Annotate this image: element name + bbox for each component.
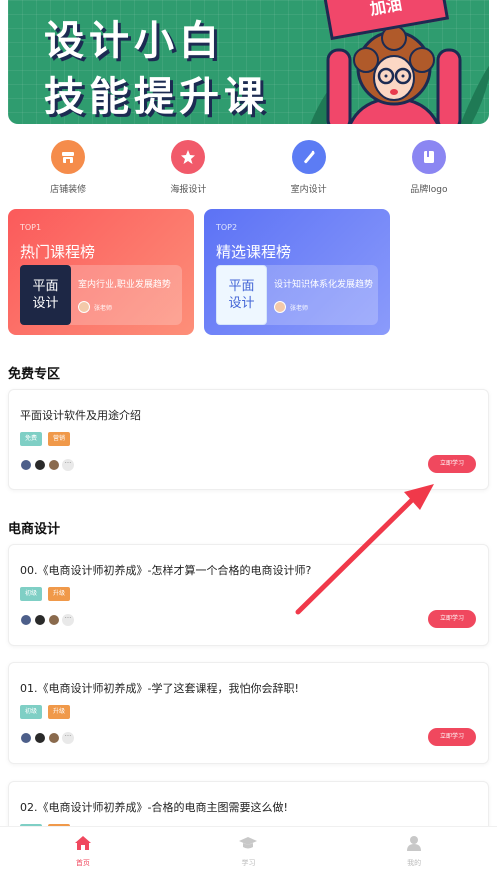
rank-badge: TOP2 [216, 223, 238, 232]
course-name: 室内行业,职业发展趋势 [78, 280, 171, 290]
avatar [20, 614, 32, 626]
category-label: 品牌logo [410, 185, 448, 195]
avatar [34, 614, 46, 626]
tag: 初级 [20, 705, 43, 719]
star-icon [171, 140, 206, 174]
avatar [48, 732, 60, 744]
tag-list: 初级 升级 [20, 587, 71, 601]
course-name: 设计知识体系化发展趋势 [274, 280, 374, 290]
section-title-ecommerce: 电商设计 [8, 522, 61, 537]
more-icon: ··· [62, 614, 74, 626]
tab-home[interactable]: 首页 [43, 827, 123, 872]
course-card[interactable]: 01.《电商设计师初养成》-学了这套课程，我怕你会辞职! 初级 升级 ··· 立… [8, 662, 489, 764]
avatar [48, 614, 60, 626]
category-interior-design[interactable]: 室内设计 [259, 140, 359, 195]
category-store-decoration[interactable]: 店铺装修 [18, 140, 118, 195]
category-poster-design[interactable]: 海报设计 [138, 140, 238, 195]
store-icon [51, 140, 86, 174]
rank-course-item[interactable]: 平面设计 设计知识体系化发展趋势 张老师 [216, 265, 378, 325]
author-name: 张老师 [94, 304, 113, 312]
tag: 营销 [48, 432, 71, 446]
learner-avatars: ··· [20, 614, 74, 626]
tag: 初级 [20, 587, 43, 601]
rank-title: 精选课程榜 [216, 243, 292, 261]
tab-label: 学习 [241, 859, 256, 867]
tab-label: 我的 [407, 859, 422, 867]
category-nav: 店铺装修 海报设计 室内设计 品牌logo [8, 140, 489, 195]
graduation-cap-icon [239, 837, 258, 849]
category-label: 店铺装修 [50, 185, 87, 195]
section-title-free: 免费专区 [8, 367, 61, 382]
user-icon [407, 836, 422, 851]
more-icon: ··· [62, 732, 74, 744]
avatar [78, 301, 90, 313]
tag: 升级 [48, 587, 71, 601]
course-card[interactable]: 00.《电商设计师初养成》-怎样才算一个合格的电商设计师? 初级 升级 ··· … [8, 544, 489, 646]
rank-course-item[interactable]: 平面设计 室内行业,职业发展趋势 张老师 [20, 265, 182, 325]
course-cover: 平面设计 [20, 265, 71, 325]
avatar [274, 301, 286, 313]
selected-course-ranking-card[interactable]: TOP2 精选课程榜 平面设计 设计知识体系化发展趋势 张老师 [204, 209, 390, 335]
tag: 免费 [20, 432, 43, 446]
course-card-free[interactable]: 平面设计软件及用途介绍 免费 营销 ··· 立即学习 [8, 389, 489, 490]
author-info: 张老师 [78, 301, 112, 313]
avatar [34, 459, 46, 471]
course-cover: 平面设计 [216, 265, 267, 325]
promo-banner[interactable]: 设计小白 技能提升课 加油 [8, 0, 489, 124]
course-title: 01.《电商设计师初养成》-学了这套课程，我怕你会辞职! [20, 682, 299, 695]
tab-mine[interactable]: 我的 [374, 827, 454, 872]
learner-avatars: ··· [20, 732, 74, 744]
avatar [20, 732, 32, 744]
start-learning-button[interactable]: 立即学习 [428, 728, 476, 746]
more-icon: ··· [62, 459, 74, 471]
book-icon [411, 140, 446, 174]
avatar [48, 459, 60, 471]
banner-title-line2: 技能提升课 [44, 74, 269, 120]
start-learning-button[interactable]: 立即学习 [428, 455, 476, 473]
course-title: 02.《电商设计师初养成》-合格的电商主图需要这么做! [20, 801, 288, 814]
learner-avatars: ··· [20, 459, 74, 471]
category-brand-logo[interactable]: 品牌logo [379, 140, 479, 195]
tag: 升级 [48, 705, 71, 719]
avatar [34, 732, 46, 744]
rank-title: 热门课程榜 [20, 243, 96, 261]
tab-label: 首页 [75, 859, 90, 867]
home-page: 设计小白 技能提升课 加油 店铺装修 海报设计 室内设计 品牌logo TOP1… [0, 0, 497, 872]
author-info: 张老师 [274, 301, 308, 313]
magic-wand-icon [291, 140, 326, 174]
home-icon [74, 836, 91, 850]
banner-title-line1: 设计小白 [44, 18, 224, 64]
course-title: 00.《电商设计师初养成》-怎样才算一个合格的电商设计师? [20, 564, 312, 577]
author-name: 张老师 [290, 304, 309, 312]
tab-study[interactable]: 学习 [208, 827, 288, 872]
start-learning-button[interactable]: 立即学习 [428, 610, 476, 628]
course-title: 平面设计软件及用途介绍 [20, 409, 141, 422]
rank-badge: TOP1 [20, 223, 42, 232]
tag-list: 免费 营销 [20, 432, 71, 446]
hot-course-ranking-card[interactable]: TOP1 热门课程榜 平面设计 室内行业,职业发展趋势 张老师 [8, 209, 194, 335]
category-label: 海报设计 [170, 185, 207, 195]
bottom-tab-bar: 首页 学习 我的 [0, 826, 497, 872]
category-label: 室内设计 [290, 185, 327, 195]
tag-list: 初级 升级 [20, 705, 71, 719]
avatar [20, 459, 32, 471]
